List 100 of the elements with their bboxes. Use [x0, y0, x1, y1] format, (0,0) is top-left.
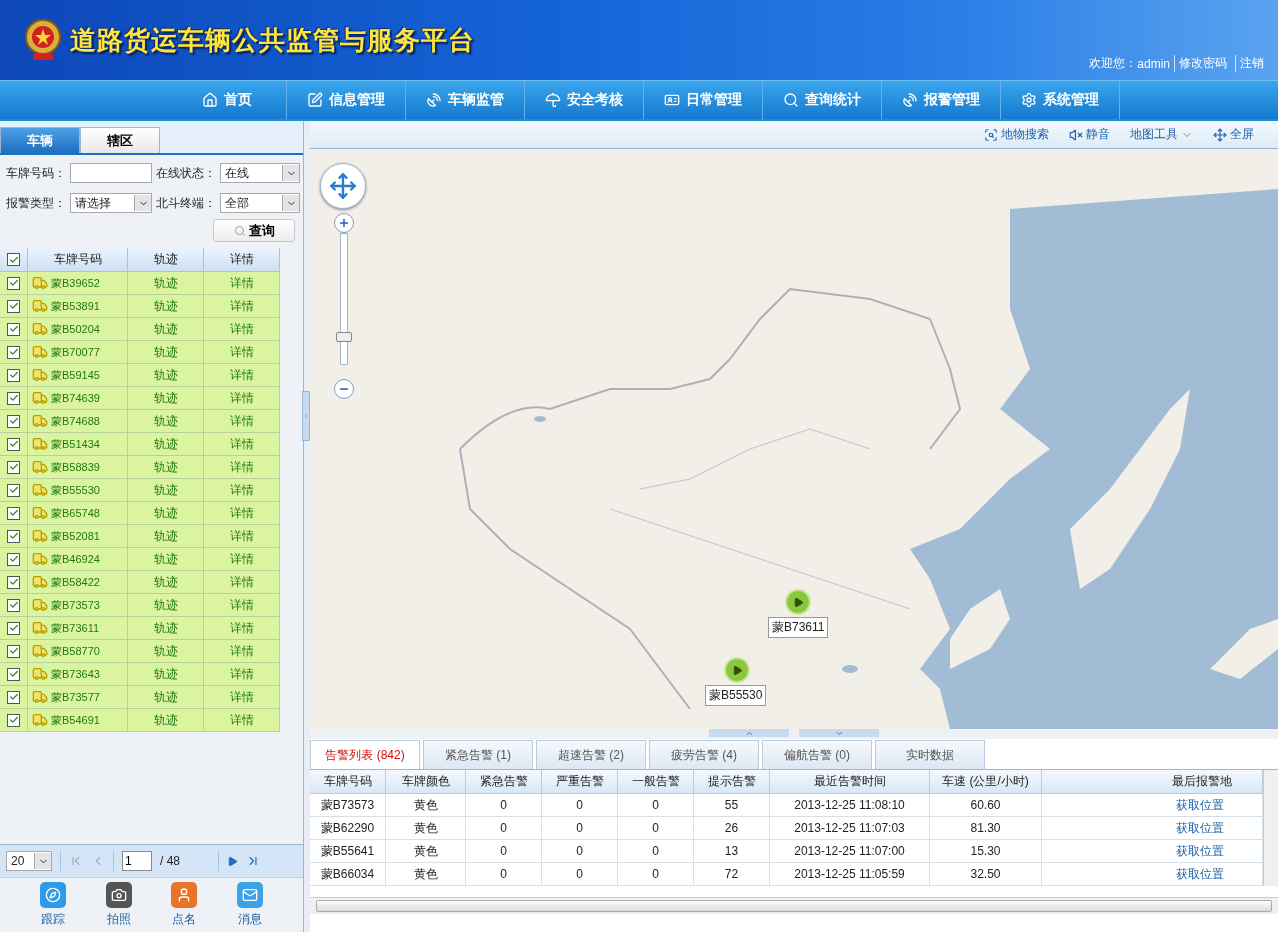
detail-link[interactable]: 详情	[229, 343, 254, 361]
query-button[interactable]: 查询	[213, 219, 295, 242]
checkbox[interactable]	[7, 391, 20, 405]
map-tool-button[interactable]: 地物搜索	[984, 126, 1049, 143]
locate-link[interactable]: 获取位置	[1176, 842, 1224, 860]
header-link[interactable]: 修改密码	[1174, 55, 1231, 72]
alarm-tab[interactable]: 偏航告警 (0)	[762, 740, 872, 769]
alarm-tab[interactable]: 告警列表 (842)	[310, 740, 420, 769]
detail-link[interactable]: 详情	[229, 389, 254, 407]
detail-link[interactable]: 详情	[229, 297, 254, 315]
track-link[interactable]: 轨迹	[153, 412, 178, 430]
page-size-select[interactable]: 20	[6, 851, 52, 871]
plate-input[interactable]	[70, 163, 152, 183]
zoom-slider-thumb[interactable]	[336, 331, 352, 342]
nav-item[interactable]: 日常管理	[644, 81, 763, 119]
checkbox[interactable]	[7, 575, 20, 589]
detail-link[interactable]: 详情	[229, 435, 254, 453]
map-tool-button[interactable]: 全屏	[1213, 126, 1254, 143]
checkbox[interactable]	[7, 460, 20, 474]
detail-link[interactable]: 详情	[229, 573, 254, 591]
locate-link[interactable]: 获取位置	[1176, 819, 1224, 837]
checkbox[interactable]	[7, 414, 20, 428]
horizontal-scrollbar[interactable]	[310, 897, 1278, 914]
beidou-select[interactable]: 全部	[220, 193, 300, 213]
nav-item[interactable]: 查询统计	[763, 81, 882, 119]
next-page-icon[interactable]	[227, 855, 238, 867]
checkbox[interactable]	[7, 345, 20, 359]
tool-button[interactable]: 消息	[237, 882, 264, 928]
track-link[interactable]: 轨迹	[153, 297, 178, 315]
track-link[interactable]: 轨迹	[153, 711, 178, 729]
track-link[interactable]: 轨迹	[153, 527, 178, 545]
track-link[interactable]: 轨迹	[153, 458, 178, 476]
last-page-icon[interactable]	[246, 854, 260, 868]
checkbox[interactable]	[7, 529, 20, 543]
alarm-type-select[interactable]: 请选择	[70, 193, 152, 213]
checkbox[interactable]	[7, 713, 20, 727]
status-select[interactable]: 在线	[220, 163, 300, 183]
nav-item[interactable]: 系统管理	[1001, 81, 1120, 119]
detail-link[interactable]: 详情	[229, 711, 254, 729]
detail-link[interactable]: 详情	[229, 504, 254, 522]
locate-link[interactable]: 获取位置	[1176, 865, 1224, 883]
track-link[interactable]: 轨迹	[153, 389, 178, 407]
checkbox[interactable]	[7, 644, 20, 658]
detail-link[interactable]: 详情	[229, 274, 254, 292]
expand-up-handle[interactable]	[709, 729, 789, 737]
track-link[interactable]: 轨迹	[153, 550, 178, 568]
panel-tab[interactable]: 辖区	[80, 127, 160, 153]
detail-link[interactable]: 详情	[229, 412, 254, 430]
detail-link[interactable]: 详情	[229, 665, 254, 683]
track-link[interactable]: 轨迹	[153, 481, 178, 499]
map-tool-button[interactable]: 静音	[1069, 126, 1110, 143]
checkbox[interactable]	[7, 437, 20, 451]
checkbox[interactable]	[7, 690, 20, 704]
checkbox[interactable]	[7, 299, 20, 313]
track-link[interactable]: 轨迹	[153, 573, 178, 591]
alarm-tab[interactable]: 紧急告警 (1)	[423, 740, 533, 769]
checkbox[interactable]	[7, 506, 20, 520]
alarm-tab[interactable]: 疲劳告警 (4)	[649, 740, 759, 769]
track-link[interactable]: 轨迹	[153, 596, 178, 614]
track-link[interactable]: 轨迹	[153, 504, 178, 522]
tool-button[interactable]: 拍照	[105, 882, 132, 928]
alarm-tab[interactable]: 超速告警 (2)	[536, 740, 646, 769]
detail-link[interactable]: 详情	[229, 550, 254, 568]
detail-link[interactable]: 详情	[229, 527, 254, 545]
checkbox[interactable]	[7, 322, 20, 336]
track-link[interactable]: 轨迹	[153, 320, 178, 338]
track-link[interactable]: 轨迹	[153, 619, 178, 637]
nav-item[interactable]: 信息管理	[287, 81, 406, 119]
collapse-handle[interactable]	[302, 391, 310, 441]
track-link[interactable]: 轨迹	[153, 688, 178, 706]
detail-link[interactable]: 详情	[229, 320, 254, 338]
checkbox[interactable]	[7, 598, 20, 612]
track-link[interactable]: 轨迹	[153, 435, 178, 453]
vertical-scrollbar[interactable]	[1263, 770, 1278, 886]
nav-item[interactable]: 安全考核	[525, 81, 644, 119]
checkbox[interactable]	[7, 552, 20, 566]
track-link[interactable]: 轨迹	[153, 642, 178, 660]
track-link[interactable]: 轨迹	[153, 366, 178, 384]
tool-button[interactable]: 点名	[171, 882, 198, 928]
track-link[interactable]: 轨迹	[153, 274, 178, 292]
checkbox[interactable]	[7, 483, 20, 497]
map-tool-button[interactable]: 地图工具	[1130, 126, 1193, 143]
tool-button[interactable]: 跟踪	[39, 882, 66, 928]
detail-link[interactable]: 详情	[229, 642, 254, 660]
panel-tab[interactable]: 车辆	[0, 127, 80, 153]
header-link[interactable]: 注销	[1235, 55, 1268, 72]
nav-item[interactable]: 报警管理	[882, 81, 1001, 119]
detail-link[interactable]: 详情	[229, 366, 254, 384]
nav-item[interactable]: 首页	[168, 81, 287, 119]
nav-item[interactable]: 车辆监管	[406, 81, 525, 119]
collapse-down-handle[interactable]	[799, 729, 879, 737]
locate-link[interactable]: 获取位置	[1176, 796, 1224, 814]
track-link[interactable]: 轨迹	[153, 343, 178, 361]
detail-link[interactable]: 详情	[229, 458, 254, 476]
checkbox[interactable]	[7, 276, 20, 290]
checkbox[interactable]	[7, 253, 20, 266]
alarm-tab[interactable]: 实时数据	[875, 740, 985, 769]
detail-link[interactable]: 详情	[229, 596, 254, 614]
checkbox[interactable]	[7, 621, 20, 635]
detail-link[interactable]: 详情	[229, 688, 254, 706]
